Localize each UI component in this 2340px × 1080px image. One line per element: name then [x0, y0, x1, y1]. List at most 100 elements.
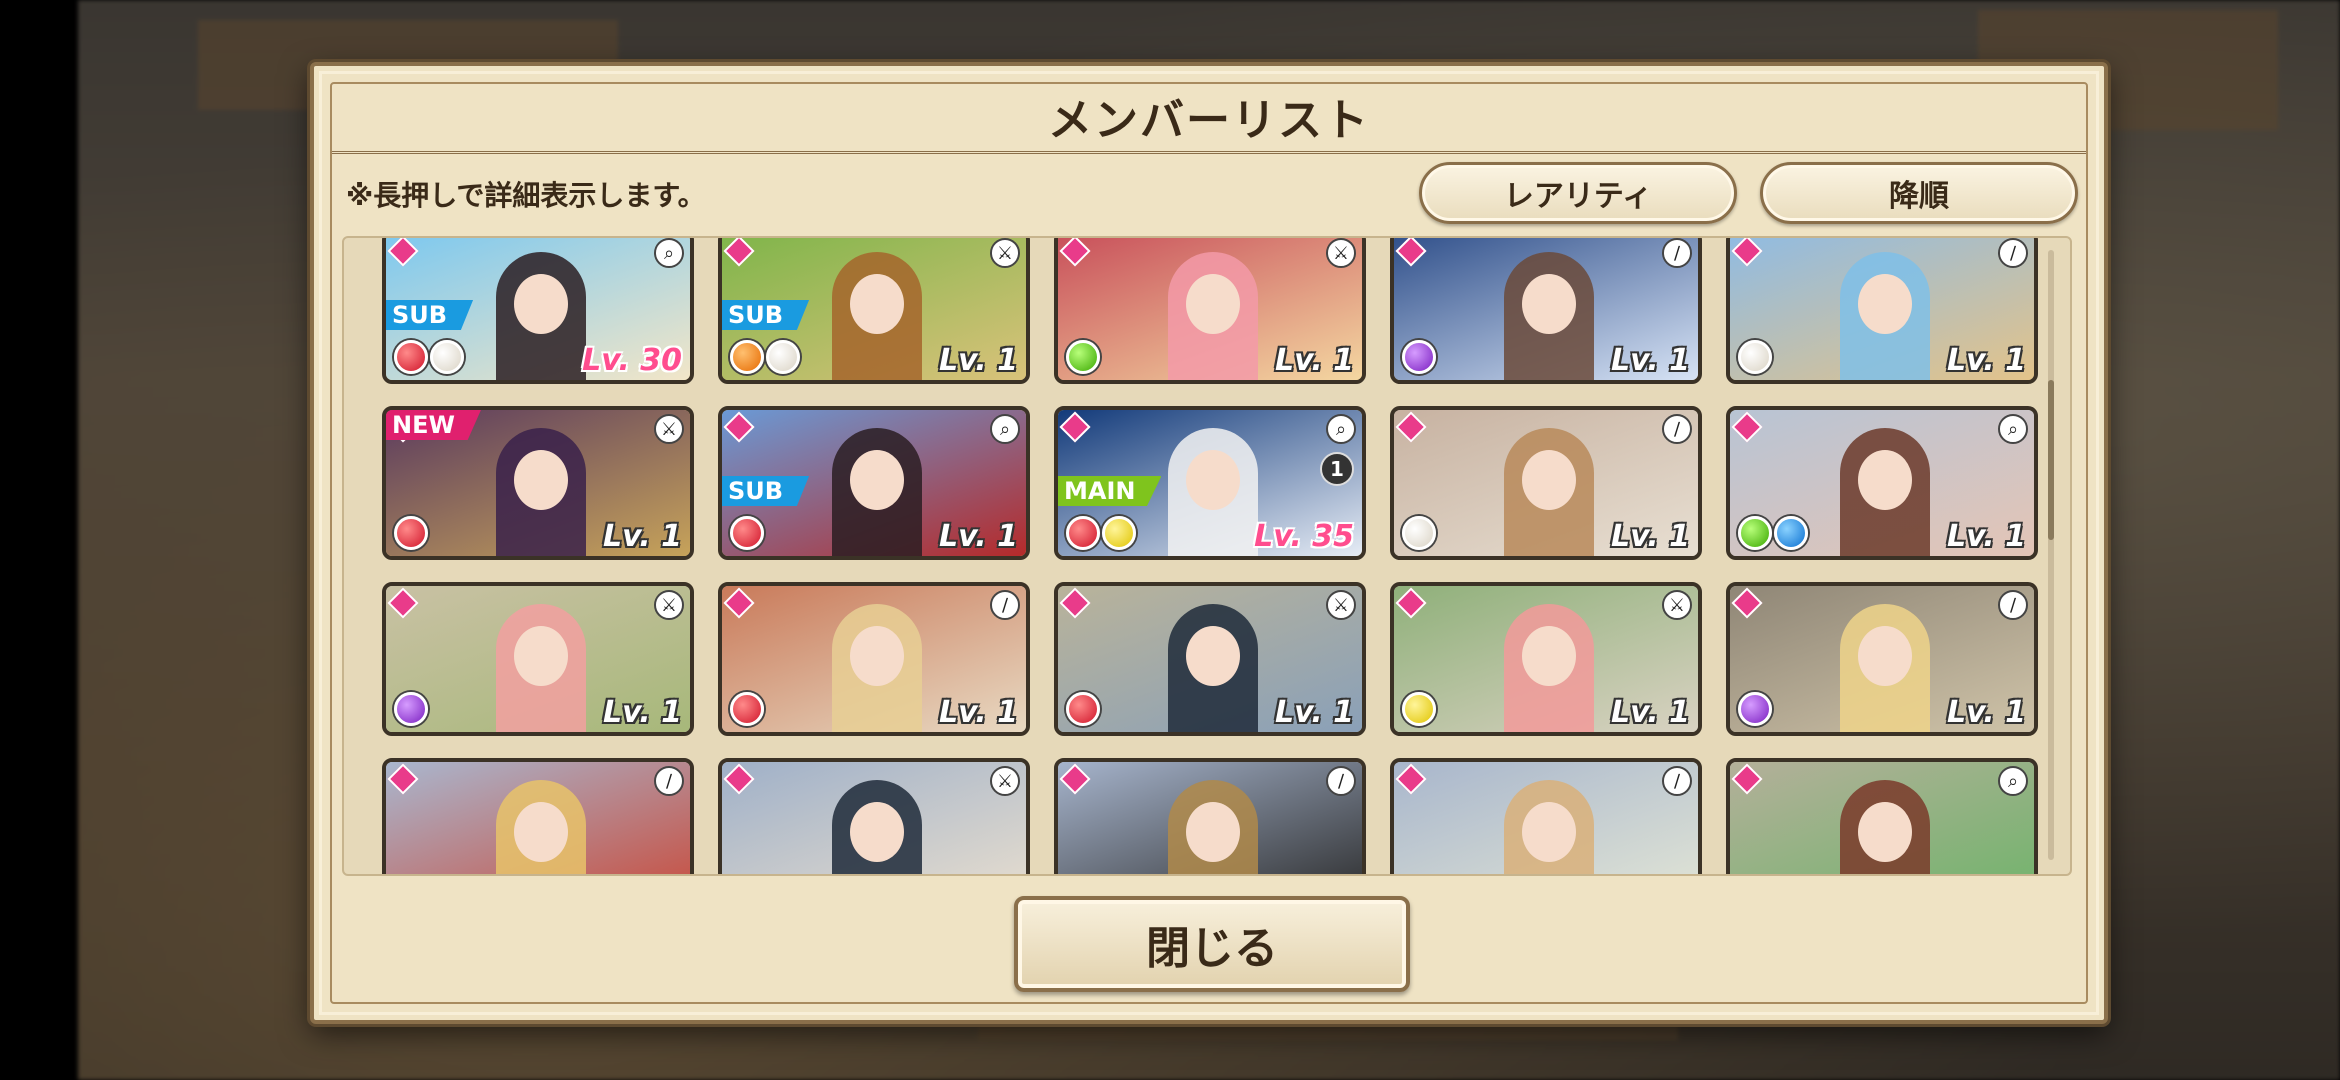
sword-icon: ⚔ [654, 590, 684, 620]
member-card[interactable]: ⚔ SUB Lv. 1 [718, 238, 1030, 384]
close-button[interactable]: 閉じる [1014, 896, 1410, 992]
purple-orb-icon [1738, 692, 1772, 726]
element-orbs [1066, 340, 1100, 374]
character-portrait [722, 762, 1026, 874]
element-orbs [394, 692, 428, 726]
member-card[interactable]: ⌕ SUB Lv. 1 [718, 406, 1030, 560]
party-tag: SUB [386, 300, 474, 330]
element-orbs [1402, 692, 1436, 726]
character-face [1186, 274, 1240, 334]
party-tag: MAIN [1058, 476, 1162, 506]
member-card[interactable]: ⚔ Lv. 1 [1054, 582, 1366, 736]
red-orb-icon [1066, 692, 1100, 726]
search-icon: ⌕ [1326, 414, 1356, 444]
character-face [514, 450, 568, 510]
sword-icon: ⚔ [990, 766, 1020, 796]
character-portrait [1730, 762, 2034, 874]
white-orb-icon [1402, 516, 1436, 550]
character-face [850, 450, 904, 510]
staff-icon: ∕ [654, 766, 684, 796]
member-card[interactable]: ∕ Lv. 1 [1390, 406, 1702, 560]
red-orb-icon [1066, 516, 1100, 550]
character-face [850, 626, 904, 686]
element-orbs [730, 516, 764, 550]
sword-icon: ⚔ [1326, 238, 1356, 268]
member-card[interactable]: ⌕ SUB Lv. 30 [382, 238, 694, 384]
search-icon: ⌕ [1998, 766, 2028, 796]
red-orb-icon [394, 516, 428, 550]
element-orbs [1066, 692, 1100, 726]
dialog-header: メンバーリスト [332, 80, 2086, 154]
member-card[interactable]: ∕ Lv. 1 [1390, 238, 1702, 384]
member-card[interactable]: ⚔ Lv. 1 [382, 582, 694, 736]
character-face [514, 274, 568, 334]
character-face [850, 802, 904, 862]
element-orbs [1402, 340, 1436, 374]
party-tag: SUB [722, 300, 810, 330]
red-orb-icon [730, 516, 764, 550]
scrollbar-thumb[interactable] [2048, 380, 2054, 540]
sword-icon: ⚔ [1662, 590, 1692, 620]
member-card[interactable]: ⚔ Lv. 1 [1054, 238, 1366, 384]
search-icon: ⌕ [990, 414, 1020, 444]
level-label: Lv. 1 [603, 519, 682, 554]
search-icon: ⌕ [1998, 414, 2028, 444]
scrollbar[interactable] [2048, 250, 2054, 860]
member-card[interactable]: ∕ Lv. 1 [1726, 582, 2038, 736]
staff-icon: ∕ [1662, 414, 1692, 444]
level-label: Lv. 1 [939, 695, 1018, 730]
element-orbs [730, 692, 764, 726]
sword-icon: ⚔ [1326, 590, 1356, 620]
character-face [514, 626, 568, 686]
member-card[interactable]: ⚔ [718, 758, 1030, 874]
red-orb-icon [394, 340, 428, 374]
long-press-hint: ※長押しで詳細表示します。 [346, 179, 706, 212]
staff-icon: ∕ [1662, 238, 1692, 268]
character-face [850, 274, 904, 334]
green-orb-icon [1066, 340, 1100, 374]
member-card[interactable]: ⌕ [1726, 758, 2038, 874]
member-card[interactable]: ∕ Lv. 1 [1726, 238, 2038, 384]
member-card[interactable]: ⌕ MAIN 1 Lv. 35 [1054, 406, 1366, 560]
sort-order-button[interactable]: 降順 [1760, 162, 2078, 224]
level-label: Lv. 1 [939, 519, 1018, 554]
dialog-title: メンバーリスト [1048, 94, 1370, 146]
element-orbs [394, 340, 464, 374]
member-card[interactable]: ∕ [1390, 758, 1702, 874]
member-card[interactable]: ⌕ Lv. 1 [1726, 406, 2038, 560]
element-orbs [1738, 516, 1808, 550]
character-face [1858, 274, 1912, 334]
member-grid-area[interactable]: ⌕ SUB Lv. 30 ⚔ SUB Lv. 1 ⚔ Lv. 1 ∕ Lv. 1 ∕ Lv. 1 ⚔ NE… [342, 236, 2072, 876]
purple-orb-icon [394, 692, 428, 726]
member-card[interactable]: ∕ [382, 758, 694, 874]
level-label: Lv. 1 [1611, 343, 1690, 378]
search-icon: ⌕ [654, 238, 684, 268]
element-orbs [1402, 516, 1436, 550]
member-card[interactable]: ⚔ NEW Lv. 1 [382, 406, 694, 560]
element-orbs [1738, 340, 1772, 374]
character-portrait [1058, 762, 1362, 874]
character-face [1858, 450, 1912, 510]
blue-orb-icon [1774, 516, 1808, 550]
purple-orb-icon [1402, 340, 1436, 374]
level-label: Lv. 30 [582, 343, 682, 378]
count-badge: 1 [1320, 452, 1354, 486]
member-card[interactable]: ∕ [1054, 758, 1366, 874]
white-orb-icon [1738, 340, 1772, 374]
sort-rarity-button[interactable]: レアリティ [1419, 162, 1737, 224]
member-card[interactable]: ⚔ Lv. 1 [1390, 582, 1702, 736]
level-label: Lv. 1 [1947, 519, 2026, 554]
sword-icon: ⚔ [990, 238, 1020, 268]
staff-icon: ∕ [1326, 766, 1356, 796]
member-card[interactable]: ∕ Lv. 1 [718, 582, 1030, 736]
sword-icon: ⚔ [654, 414, 684, 444]
character-face [1522, 274, 1576, 334]
staff-icon: ∕ [1998, 238, 2028, 268]
character-face [1522, 802, 1576, 862]
staff-icon: ∕ [990, 590, 1020, 620]
character-face [1858, 802, 1912, 862]
white-orb-icon [766, 340, 800, 374]
level-label: Lv. 1 [1611, 695, 1690, 730]
character-face [514, 802, 568, 862]
element-orbs [394, 516, 428, 550]
